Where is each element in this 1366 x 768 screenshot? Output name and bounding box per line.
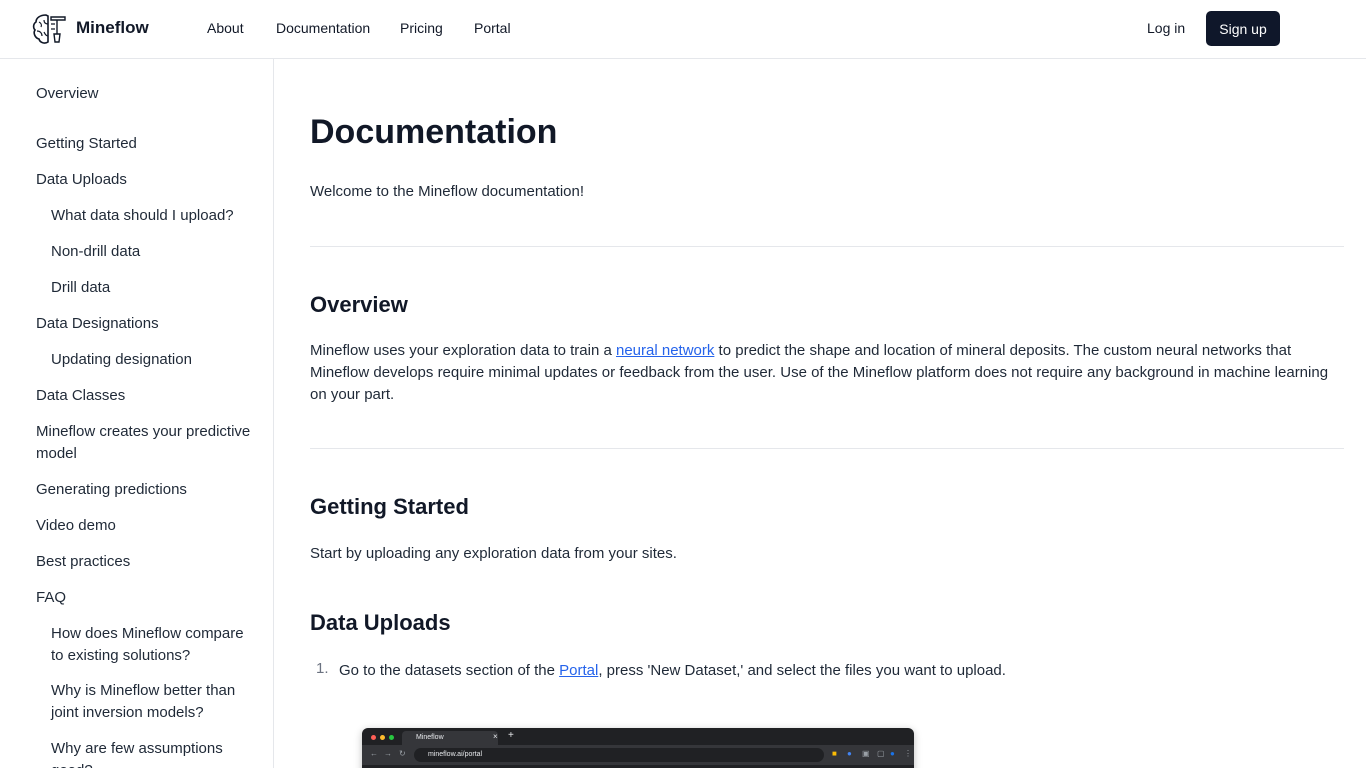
login-link[interactable]: Log in	[1147, 20, 1185, 36]
portal-screenshot: Mineflow × + ← → ↻ mineflow.ai/portal ■ …	[362, 728, 914, 768]
divider	[310, 448, 1344, 449]
divider	[310, 246, 1344, 247]
close-dot-icon	[371, 735, 376, 740]
docs-content: Documentation Welcome to the Mineflow do…	[310, 59, 1344, 768]
nav-about[interactable]: About	[207, 20, 244, 36]
reload-icon: ↻	[399, 749, 406, 758]
maximize-dot-icon	[389, 735, 394, 740]
sidebar-item-drill-data[interactable]: Drill data	[51, 277, 256, 299]
welcome-text: Welcome to the Mineflow documentation!	[310, 183, 585, 200]
nav-pricing[interactable]: Pricing	[400, 20, 443, 36]
neural-network-link[interactable]: neural network	[616, 342, 714, 359]
step-text-part: Go to the datasets section of the	[339, 662, 560, 679]
browser-tab: Mineflow	[402, 731, 498, 745]
brain-logo-icon[interactable]	[32, 12, 68, 46]
page-title: Documentation	[310, 113, 558, 151]
extension-icon: ■	[832, 749, 837, 758]
sidebar-item-generating-predictions[interactable]: Generating predictions	[36, 479, 256, 501]
sidebar-item-data-designations[interactable]: Data Designations	[36, 313, 256, 335]
menu-icon: ⋮	[904, 749, 912, 758]
sidebar-item-faq-compare[interactable]: How does Mineflow compare to existing so…	[51, 623, 256, 667]
step-number: 1.	[316, 660, 329, 677]
getting-started-text: Start by uploading any exploration data …	[310, 545, 677, 562]
sidebar-item-faq[interactable]: FAQ	[36, 587, 256, 609]
extension-icon: ▣	[862, 749, 870, 758]
nav-documentation[interactable]: Documentation	[276, 20, 370, 36]
profile-icon: ●	[890, 749, 895, 758]
sidebar-item-data-uploads[interactable]: Data Uploads	[36, 169, 256, 191]
sidebar-item-updating-designation[interactable]: Updating designation	[51, 349, 256, 371]
overview-text-part: Mineflow uses your exploration data to t…	[310, 342, 616, 359]
extension-icon: ●	[847, 749, 852, 758]
new-tab-icon: +	[508, 730, 514, 741]
extension-icon: ▢	[877, 749, 885, 758]
data-uploads-heading: Data Uploads	[310, 610, 451, 635]
browser-toolbar: ← → ↻ mineflow.ai/portal ■ ● ▣ ▢ ● ⋮	[362, 745, 914, 765]
forward-icon: →	[384, 749, 392, 758]
signup-button[interactable]: Sign up	[1206, 11, 1280, 46]
step-text: Go to the datasets section of the Portal…	[339, 660, 1006, 682]
sidebar-item-faq-assumptions[interactable]: Why are few assumptions good?	[51, 738, 256, 768]
minimize-dot-icon	[380, 735, 385, 740]
docs-sidebar: Overview Getting Started Data Uploads Wh…	[0, 59, 274, 768]
sidebar-item-predictive-model[interactable]: Mineflow creates your predictive model	[36, 421, 256, 465]
overview-heading: Overview	[310, 292, 408, 317]
sidebar-item-best-practices[interactable]: Best practices	[36, 551, 256, 573]
sidebar-item-non-drill-data[interactable]: Non-drill data	[51, 241, 256, 263]
sidebar-item-video-demo[interactable]: Video demo	[36, 515, 256, 537]
sidebar-item-data-classes[interactable]: Data Classes	[36, 385, 256, 407]
sidebar-item-overview[interactable]: Overview	[36, 83, 256, 105]
brand-name[interactable]: Mineflow	[76, 18, 149, 38]
tab-close-icon: ×	[493, 732, 498, 741]
portal-link[interactable]: Portal	[559, 662, 598, 679]
sidebar-item-getting-started[interactable]: Getting Started	[36, 133, 256, 155]
back-icon: ←	[370, 749, 378, 758]
overview-text: Mineflow uses your exploration data to t…	[310, 340, 1344, 406]
top-header: Mineflow About Documentation Pricing Por…	[0, 0, 1366, 59]
nav-portal[interactable]: Portal	[474, 20, 511, 36]
getting-started-heading: Getting Started	[310, 494, 469, 519]
step-text-part: , press 'New Dataset,' and select the fi…	[598, 662, 1006, 679]
sidebar-item-what-data[interactable]: What data should I upload?	[51, 205, 256, 227]
url-bar: mineflow.ai/portal	[414, 748, 824, 762]
sidebar-item-faq-joint-inversion[interactable]: Why is Mineflow better than joint invers…	[51, 680, 256, 724]
